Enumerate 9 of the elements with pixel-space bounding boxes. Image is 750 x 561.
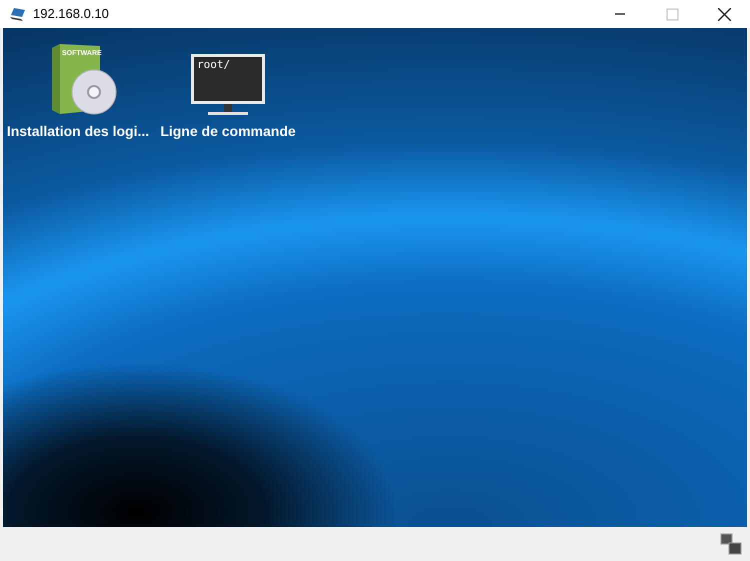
terminal-prompt: root/ bbox=[197, 57, 230, 73]
desktop-icon-label[interactable]: Ligne de commande bbox=[160, 121, 296, 142]
desktop-icon-label[interactable]: Installation des logi... bbox=[6, 121, 150, 142]
window-title: 192.168.0.10 bbox=[33, 5, 109, 24]
close-icon bbox=[718, 8, 730, 20]
connection-icon bbox=[720, 533, 742, 555]
maximize-icon bbox=[666, 8, 678, 20]
minimize-icon bbox=[615, 13, 625, 15]
network-computer-icon bbox=[9, 6, 27, 22]
